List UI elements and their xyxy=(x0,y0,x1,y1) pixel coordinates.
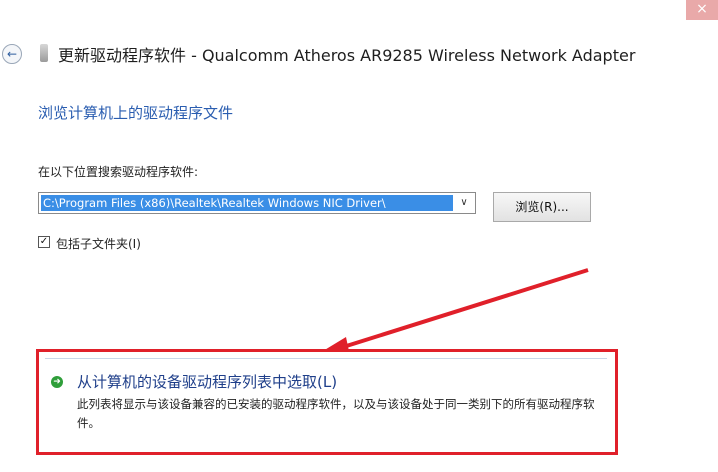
option-title[interactable]: 从计算机的设备驱动程序列表中选取(L) xyxy=(77,371,337,392)
green-arrow-icon: ➜ xyxy=(51,376,63,388)
select-from-list-option[interactable]: ➜ 从计算机的设备驱动程序列表中选取(L) 此列表将显示与该设备兼容的已安装的驱… xyxy=(36,349,618,455)
option-description: 此列表将显示与该设备兼容的已安装的驱动程序软件，以及与该设备处于同一类别下的所有… xyxy=(77,397,595,430)
annotation-arrow-line xyxy=(339,268,589,350)
option-divider xyxy=(45,358,607,359)
